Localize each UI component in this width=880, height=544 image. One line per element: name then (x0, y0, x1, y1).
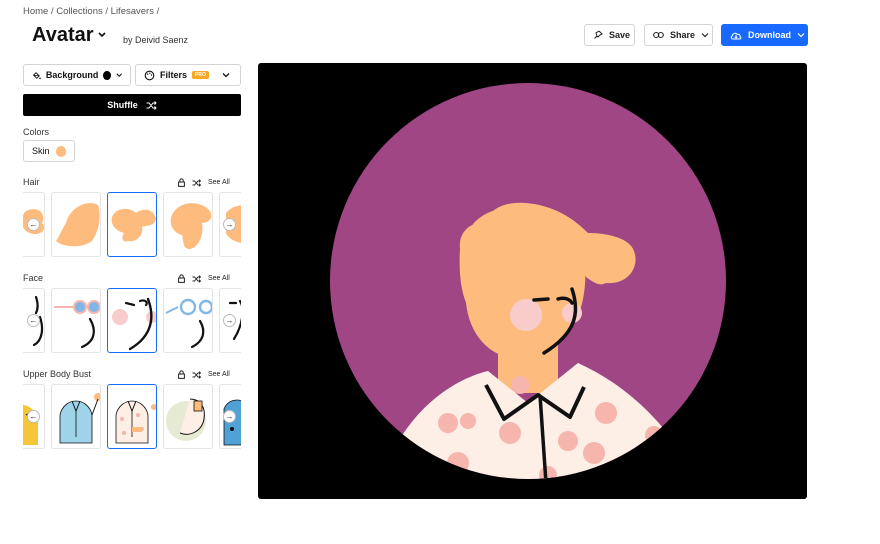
hair-section-tools: See All (178, 178, 230, 187)
cloud-download-icon (730, 32, 742, 39)
breadcrumb-separator: / (156, 6, 160, 17)
chevron-down-icon (701, 33, 709, 38)
download-label: Download (748, 30, 791, 40)
skin-color-swatch (55, 145, 66, 157)
chevron-down-icon (222, 73, 230, 78)
scroll-left-arrow[interactable]: ← (27, 410, 40, 423)
paint-bucket-icon (32, 71, 41, 79)
skin-color-chip[interactable]: Skin (23, 140, 75, 162)
upper-body-section-label: Upper Body Bust (23, 369, 92, 379)
face-option-tile[interactable] (163, 288, 213, 353)
shuffle-icon[interactable] (192, 274, 201, 283)
face-option-tile[interactable] (107, 288, 157, 353)
lock-icon[interactable] (178, 178, 185, 187)
upper-body-section-tools: See All (178, 370, 230, 379)
background-color-swatch (103, 70, 111, 80)
palette-icon (144, 70, 155, 80)
face-options-strip: ← → (23, 288, 241, 354)
breadcrumb-home[interactable]: Home (23, 6, 48, 17)
scroll-left-arrow[interactable]: ← (27, 218, 40, 231)
hair-section-label: Hair (23, 177, 40, 187)
author-byline: by Deivid Saenz (123, 35, 189, 45)
pro-badge: PRO (192, 71, 209, 79)
filters-select[interactable]: Filters PRO (135, 64, 241, 86)
shuffle-button[interactable]: Shuffle (23, 94, 241, 116)
background-select[interactable]: Background (23, 64, 131, 86)
share-label: Share (670, 30, 696, 40)
lock-icon[interactable] (178, 370, 185, 379)
shuffle-label: Shuffle (107, 100, 138, 110)
face-section-label: Face (23, 273, 44, 283)
save-label: Save (609, 30, 631, 40)
scroll-right-arrow[interactable]: → (223, 314, 236, 327)
scroll-right-arrow[interactable]: → (223, 218, 236, 231)
filters-label: Filters (160, 70, 188, 80)
upper-body-option-tile[interactable] (51, 384, 101, 449)
breadcrumb-separator: / (50, 6, 54, 17)
colors-section-label: Colors (23, 127, 50, 137)
hair-option-tile[interactable] (107, 192, 157, 257)
breadcrumb-collections[interactable]: Collections (56, 6, 102, 17)
upper-body-option-tile[interactable] (107, 384, 157, 449)
chevron-down-icon[interactable] (97, 31, 107, 39)
breadcrumb-separator: / (105, 6, 109, 17)
avatar-canvas (258, 63, 807, 499)
upper-body-see-all-link[interactable]: See All (208, 371, 230, 378)
pin-icon (594, 30, 603, 39)
shuffle-icon[interactable] (192, 178, 201, 187)
face-option-tile[interactable] (51, 288, 101, 353)
scroll-left-arrow[interactable]: ← (27, 314, 40, 327)
breadcrumb: Home / Collections / Lifesavers / (23, 6, 159, 17)
background-label: Background (45, 70, 99, 80)
page-title[interactable]: Avatar (32, 24, 94, 47)
lock-icon[interactable] (178, 274, 185, 283)
hair-option-tile[interactable] (51, 192, 101, 257)
hair-option-tile[interactable] (163, 192, 213, 257)
upper-body-option-tile[interactable] (163, 384, 213, 449)
share-button[interactable]: Share (644, 24, 713, 46)
avatar-illustration (330, 83, 726, 479)
skin-label: Skin (32, 146, 50, 156)
face-section-tools: See All (178, 274, 230, 283)
face-see-all-link[interactable]: See All (208, 275, 230, 282)
link-icon (653, 31, 664, 39)
chevron-down-icon (116, 73, 122, 77)
save-button[interactable]: Save (584, 24, 635, 46)
upper-body-options-strip: ← → (23, 384, 241, 450)
shuffle-icon (146, 100, 157, 110)
hair-options-strip: ← → (23, 192, 241, 258)
scroll-right-arrow[interactable]: → (223, 410, 236, 423)
hair-see-all-link[interactable]: See All (208, 179, 230, 186)
shuffle-icon[interactable] (192, 370, 201, 379)
breadcrumb-current[interactable]: Lifesavers (111, 6, 154, 17)
chevron-down-icon (797, 33, 805, 38)
download-button[interactable]: Download (721, 24, 808, 46)
